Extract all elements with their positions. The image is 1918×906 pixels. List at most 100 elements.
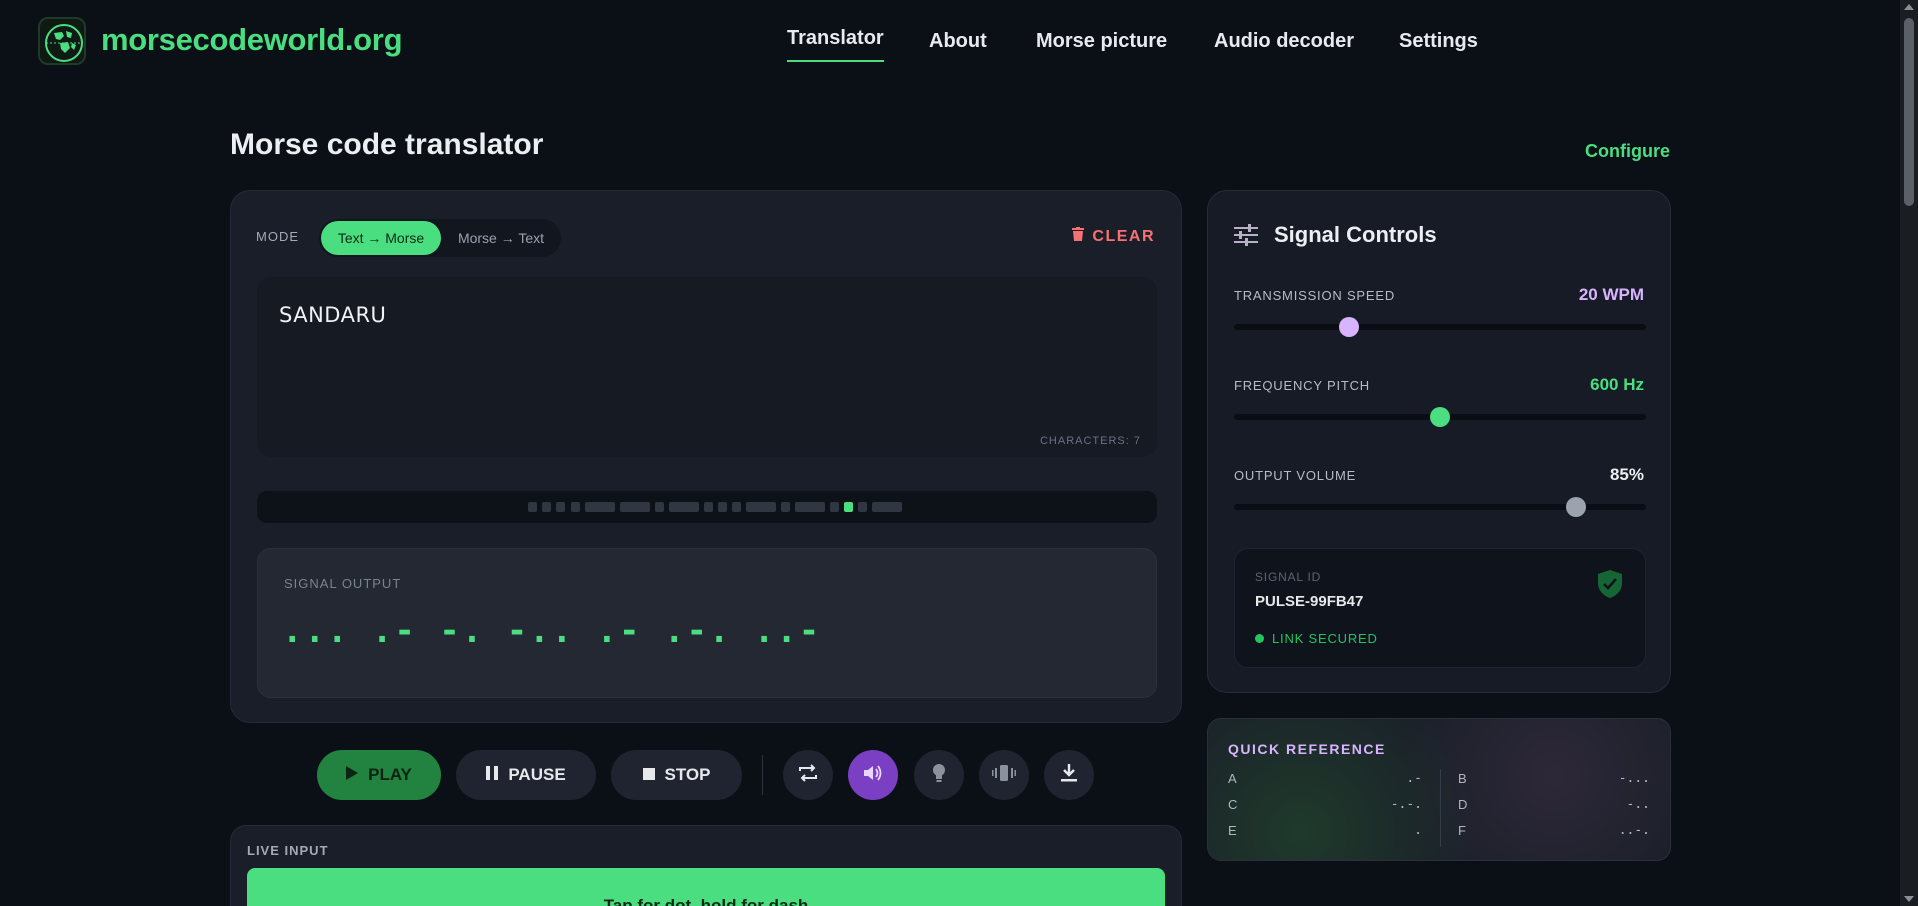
frequency-label: FREQUENCY PITCH	[1234, 378, 1370, 393]
reference-letter: C	[1228, 797, 1238, 812]
translator-card: MODE Text → Morse Morse → Text CLEAR SAN…	[230, 190, 1182, 723]
tap-key-area[interactable]: Tap for dot, hold for dash	[247, 868, 1165, 906]
volume-slider-thumb[interactable]	[1565, 497, 1586, 517]
reference-code: -..	[1626, 797, 1650, 812]
reference-code: -.-.	[1390, 797, 1422, 812]
frequency-slider[interactable]	[1234, 407, 1646, 427]
live-input-label: LIVE INPUT	[247, 843, 329, 858]
volume-value: 85%	[1609, 465, 1644, 484]
playback-controls: PLAY PAUSE STOP	[0, 750, 1182, 800]
signal-dash	[620, 502, 650, 512]
signal-dash	[795, 502, 825, 512]
vibrate-toggle-button[interactable]	[979, 750, 1029, 800]
reference-code: ..-.	[1618, 823, 1650, 838]
download-icon	[1060, 763, 1078, 788]
stop-label: STOP	[664, 765, 711, 784]
download-button[interactable]	[1044, 750, 1094, 800]
nav-audio-decoder[interactable]: Audio decoder	[1214, 30, 1354, 53]
pause-label: PAUSE	[508, 765, 566, 784]
play-icon	[346, 765, 359, 785]
pause-button[interactable]: PAUSE	[456, 750, 596, 800]
nav-translator[interactable]: Translator	[787, 27, 884, 62]
signal-id-value: PULSE-99FB47	[1255, 593, 1364, 610]
signal-id-label: SIGNAL ID	[1255, 570, 1322, 584]
sliders-icon	[1234, 224, 1258, 251]
status-dot-icon	[1255, 634, 1264, 643]
nav-about[interactable]: About	[929, 30, 987, 53]
stop-button[interactable]: STOP	[611, 750, 742, 800]
signal-dot	[655, 502, 664, 512]
nav-settings[interactable]: Settings	[1399, 30, 1478, 53]
reference-letter: A	[1228, 771, 1237, 786]
globe-icon[interactable]	[38, 17, 86, 65]
signal-dash	[669, 502, 699, 512]
page-title: Morse code translator	[230, 128, 544, 161]
signal-output-panel: SIGNAL OUTPUT ... .- -. -.. .- .-. ..-	[257, 548, 1157, 698]
reference-code: .	[1414, 823, 1422, 838]
signal-dot	[830, 502, 839, 512]
pause-icon	[486, 765, 499, 785]
speaker-icon	[862, 763, 884, 788]
mode-label: MODE	[256, 229, 299, 244]
page-scrollbar[interactable]	[1900, 0, 1918, 906]
morse-output: ... .- -. -.. .- .-. ..-	[282, 611, 822, 651]
mode-morse-to-text-button[interactable]: Morse → Text	[443, 221, 559, 255]
signal-dash	[872, 502, 902, 512]
signal-output-label: SIGNAL OUTPUT	[284, 576, 402, 591]
frequency-slider-thumb[interactable]	[1430, 407, 1450, 427]
character-count: CHARACTERS: 7	[1039, 435, 1141, 447]
reference-letter: E	[1228, 823, 1237, 838]
reference-letter: F	[1458, 823, 1466, 838]
speed-slider-thumb[interactable]	[1339, 317, 1360, 337]
signal-dot	[704, 502, 713, 512]
play-label: PLAY	[368, 765, 412, 784]
signal-dot	[556, 502, 565, 512]
scroll-down-arrow-icon[interactable]	[1904, 896, 1914, 902]
mode-toggle: Text → Morse Morse → Text	[319, 219, 561, 257]
quick-reference-title: QUICK REFERENCE	[1228, 741, 1386, 757]
scroll-up-arrow-icon[interactable]	[1904, 4, 1914, 10]
brand-name[interactable]: morsecodeworld.org	[101, 22, 403, 58]
mode-text-to-morse-button[interactable]: Text → Morse	[321, 221, 441, 255]
play-button[interactable]: PLAY	[317, 750, 441, 800]
speed-value: 20 WPM	[1578, 285, 1644, 304]
reference-letter: B	[1458, 771, 1467, 786]
scrollbar-thumb[interactable]	[1904, 18, 1914, 206]
clear-button[interactable]: CLEAR	[1072, 227, 1155, 246]
signal-dot	[781, 502, 790, 512]
signal-visualizer	[257, 491, 1157, 523]
repeat-button[interactable]	[783, 750, 833, 800]
controls-divider	[762, 755, 763, 795]
trash-icon	[1072, 227, 1085, 246]
live-input-card: LIVE INPUT Tap for dot, hold for dash	[230, 825, 1182, 906]
volume-label: OUTPUT VOLUME	[1234, 468, 1357, 483]
input-text[interactable]: SANDARU	[279, 303, 386, 327]
light-toggle-button[interactable]	[914, 750, 964, 800]
text-input-area[interactable]: SANDARU CHARACTERS: 7	[257, 277, 1157, 457]
speed-slider[interactable]	[1234, 317, 1646, 337]
lightbulb-icon	[931, 763, 947, 788]
signal-controls-card: Signal Controls TRANSMISSION SPEED 20 WP…	[1207, 190, 1671, 693]
sound-toggle-button[interactable]	[848, 750, 898, 800]
signal-dot	[732, 502, 741, 512]
link-status: LINK SECURED	[1255, 631, 1378, 646]
quick-reference-divider	[1440, 769, 1441, 847]
nav-morse-picture[interactable]: Morse picture	[1036, 30, 1167, 53]
speed-label: TRANSMISSION SPEED	[1234, 288, 1396, 303]
clear-label: CLEAR	[1092, 227, 1155, 245]
volume-slider[interactable]	[1234, 497, 1646, 517]
signal-dot	[528, 502, 537, 512]
signal-dot-active	[844, 502, 853, 512]
reference-letter: D	[1458, 797, 1468, 812]
repeat-icon	[797, 763, 819, 788]
configure-link[interactable]: Configure	[1585, 141, 1670, 162]
signal-dot	[718, 502, 727, 512]
signal-dash	[585, 502, 615, 512]
vibrate-icon	[992, 763, 1016, 788]
frequency-value: 600 Hz	[1590, 375, 1644, 394]
top-header: morsecodeworld.org Translator About Mors…	[0, 0, 1900, 82]
reference-code: .-	[1406, 771, 1422, 786]
signal-controls-title: Signal Controls	[1274, 222, 1437, 247]
link-status-text: LINK SECURED	[1272, 631, 1378, 646]
reference-code: -...	[1618, 771, 1650, 786]
